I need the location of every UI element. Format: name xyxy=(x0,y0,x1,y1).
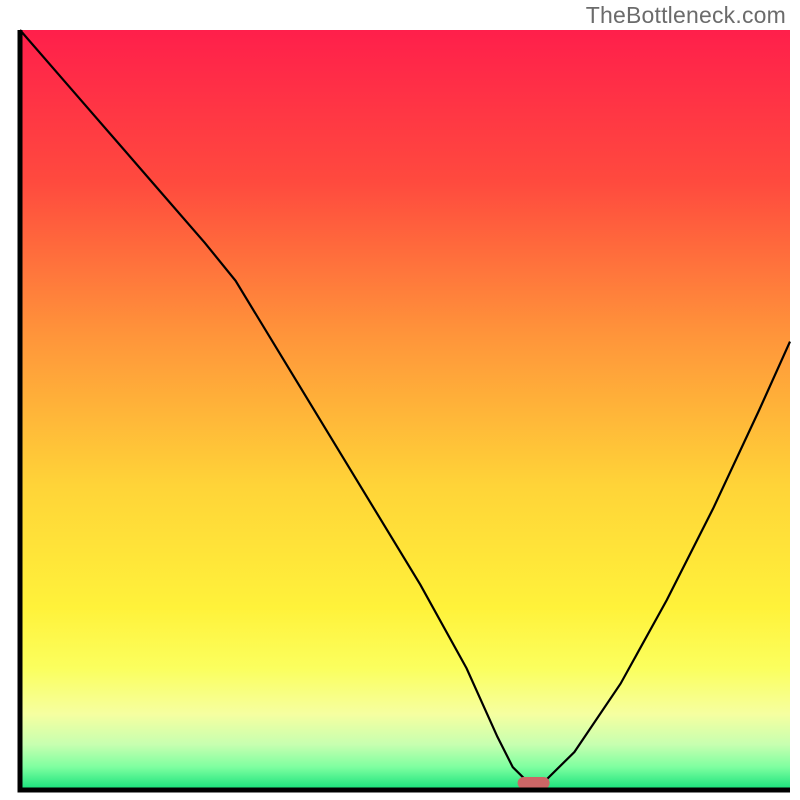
chart-container: TheBottleneck.com xyxy=(0,0,800,800)
optimal-point-marker xyxy=(518,777,550,789)
watermark-text: TheBottleneck.com xyxy=(586,2,786,29)
gradient-background xyxy=(20,30,790,790)
bottleneck-chart xyxy=(0,0,800,800)
